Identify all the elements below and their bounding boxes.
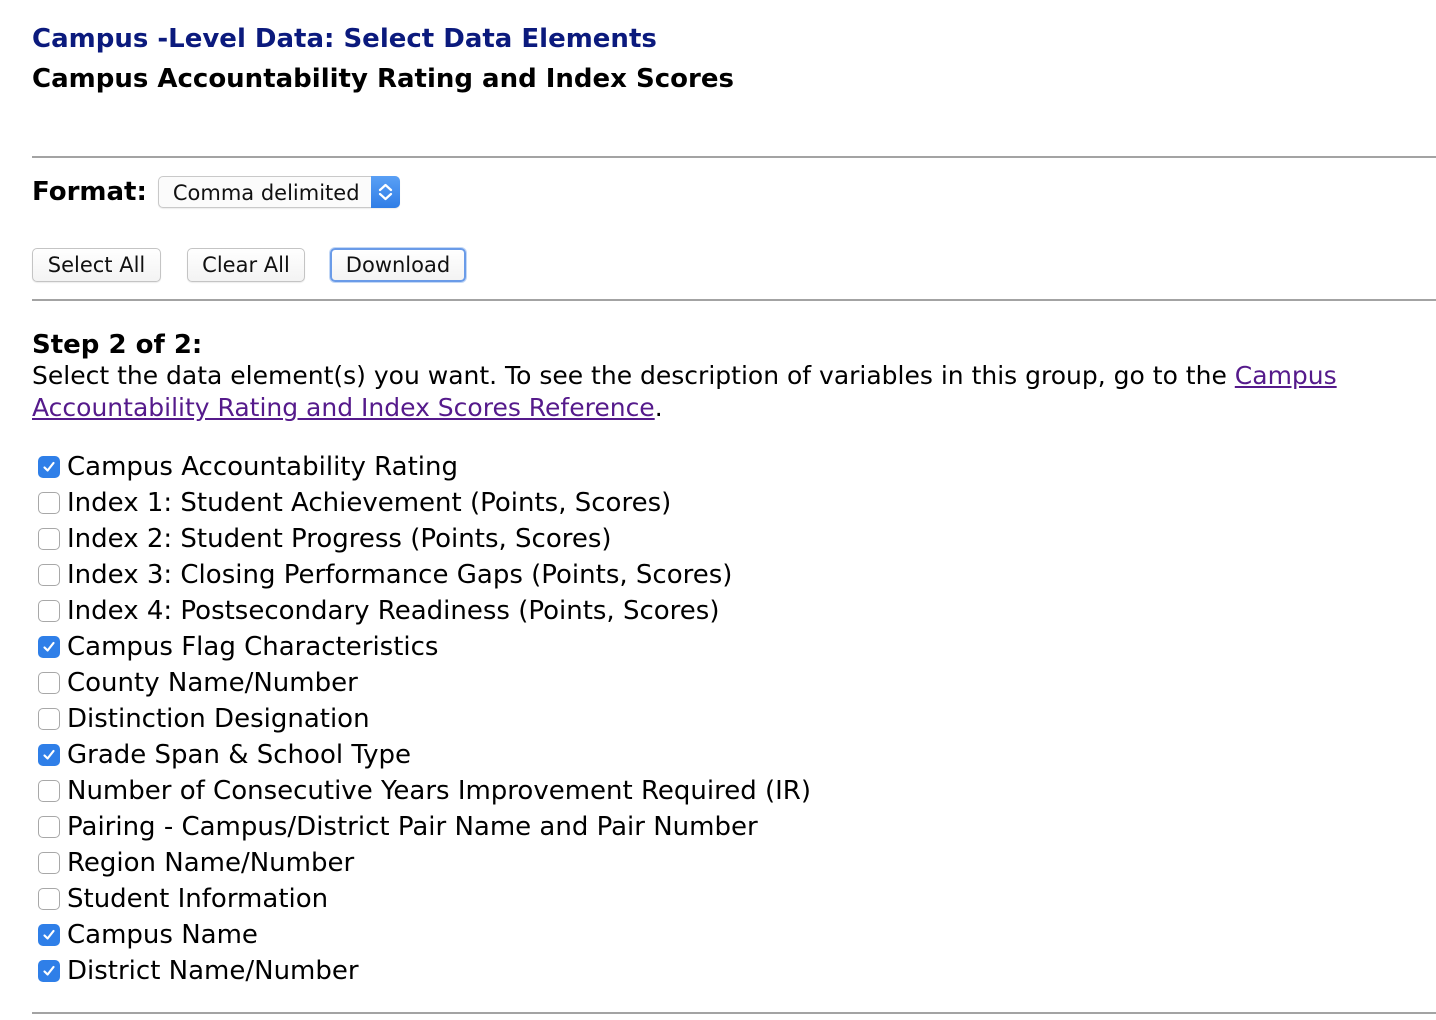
- data-element-checkbox[interactable]: [38, 492, 60, 514]
- list-item: Campus Accountability Rating: [38, 449, 811, 485]
- list-item: Index 2: Student Progress (Points, Score…: [38, 521, 811, 557]
- data-element-label[interactable]: Distinction Designation: [67, 704, 370, 734]
- list-item: Index 4: Postsecondary Readiness (Points…: [38, 593, 811, 629]
- list-item: Pairing - Campus/District Pair Name and …: [38, 809, 811, 845]
- data-element-checkbox[interactable]: [38, 888, 60, 910]
- data-element-label[interactable]: Pairing - Campus/District Pair Name and …: [67, 812, 758, 842]
- list-item: County Name/Number: [38, 665, 811, 701]
- list-item: Student Information: [38, 881, 811, 917]
- list-item: Region Name/Number: [38, 845, 811, 881]
- data-element-checkbox[interactable]: [38, 528, 60, 550]
- data-element-checkbox[interactable]: [38, 816, 60, 838]
- step-heading: Step 2 of 2:: [32, 330, 203, 360]
- checkmark-icon: [43, 749, 55, 760]
- checkmark-icon: [43, 929, 55, 940]
- data-element-label[interactable]: Index 2: Student Progress (Points, Score…: [67, 524, 612, 554]
- data-element-label[interactable]: Index 1: Student Achievement (Points, Sc…: [67, 488, 671, 518]
- page: Campus -Level Data: Select Data Elements…: [0, 0, 1436, 1020]
- format-label: Format:: [32, 177, 147, 207]
- list-item: Index 3: Closing Performance Gaps (Point…: [38, 557, 811, 593]
- format-row: Format: Comma delimited: [32, 176, 400, 208]
- list-item: Distinction Designation: [38, 701, 811, 737]
- checkmark-icon: [43, 965, 55, 976]
- data-element-label[interactable]: Index 4: Postsecondary Readiness (Points…: [67, 596, 719, 626]
- data-element-checkbox[interactable]: [38, 564, 60, 586]
- data-element-label[interactable]: Number of Consecutive Years Improvement …: [67, 776, 811, 806]
- data-element-label[interactable]: Region Name/Number: [67, 848, 354, 878]
- format-select[interactable]: Comma delimited: [157, 176, 400, 208]
- instruction-suffix: .: [654, 393, 663, 422]
- data-element-label[interactable]: Index 3: Closing Performance Gaps (Point…: [67, 560, 732, 590]
- data-element-checkbox[interactable]: [38, 708, 60, 730]
- data-element-checkbox[interactable]: [38, 960, 60, 982]
- page-title: Campus -Level Data: Select Data Elements: [32, 24, 657, 54]
- clear-all-button[interactable]: Clear All: [187, 248, 305, 282]
- select-all-button[interactable]: Select All: [32, 248, 161, 282]
- data-element-checkbox[interactable]: [38, 780, 60, 802]
- checkmark-icon: [43, 461, 55, 472]
- data-element-list: Campus Accountability Rating Index 1: Stu…: [38, 449, 811, 989]
- chevron-up-down-icon: [370, 176, 400, 208]
- data-element-label[interactable]: District Name/Number: [67, 956, 359, 986]
- divider-bottom: [32, 1012, 1436, 1014]
- data-element-label[interactable]: Campus Flag Characteristics: [67, 632, 438, 662]
- format-select-value: Comma delimited: [172, 181, 360, 205]
- data-element-label[interactable]: Grade Span & School Type: [67, 740, 411, 770]
- data-element-label[interactable]: Student Information: [67, 884, 328, 914]
- list-item: District Name/Number: [38, 953, 811, 989]
- list-item: Number of Consecutive Years Improvement …: [38, 773, 811, 809]
- data-element-checkbox[interactable]: [38, 744, 60, 766]
- list-item: Campus Name: [38, 917, 811, 953]
- instruction-text: Select the data element(s) you want. To …: [32, 361, 1235, 390]
- download-button[interactable]: Download: [330, 248, 466, 282]
- list-item: Index 1: Student Achievement (Points, Sc…: [38, 485, 811, 521]
- data-element-checkbox[interactable]: [38, 456, 60, 478]
- data-element-checkbox[interactable]: [38, 924, 60, 946]
- data-element-checkbox[interactable]: [38, 672, 60, 694]
- step-instructions: Select the data element(s) you want. To …: [32, 360, 1412, 424]
- list-item: Campus Flag Characteristics: [38, 629, 811, 665]
- page-subtitle: Campus Accountability Rating and Index S…: [32, 64, 734, 94]
- list-item: Grade Span & School Type: [38, 737, 811, 773]
- data-element-checkbox[interactable]: [38, 852, 60, 874]
- divider-top: [32, 156, 1436, 158]
- data-element-label[interactable]: Campus Accountability Rating: [67, 452, 458, 482]
- data-element-label[interactable]: Campus Name: [67, 920, 258, 950]
- data-element-label[interactable]: County Name/Number: [67, 668, 358, 698]
- data-element-checkbox[interactable]: [38, 636, 60, 658]
- checkmark-icon: [43, 641, 55, 652]
- data-element-checkbox[interactable]: [38, 600, 60, 622]
- divider-middle: [32, 299, 1436, 301]
